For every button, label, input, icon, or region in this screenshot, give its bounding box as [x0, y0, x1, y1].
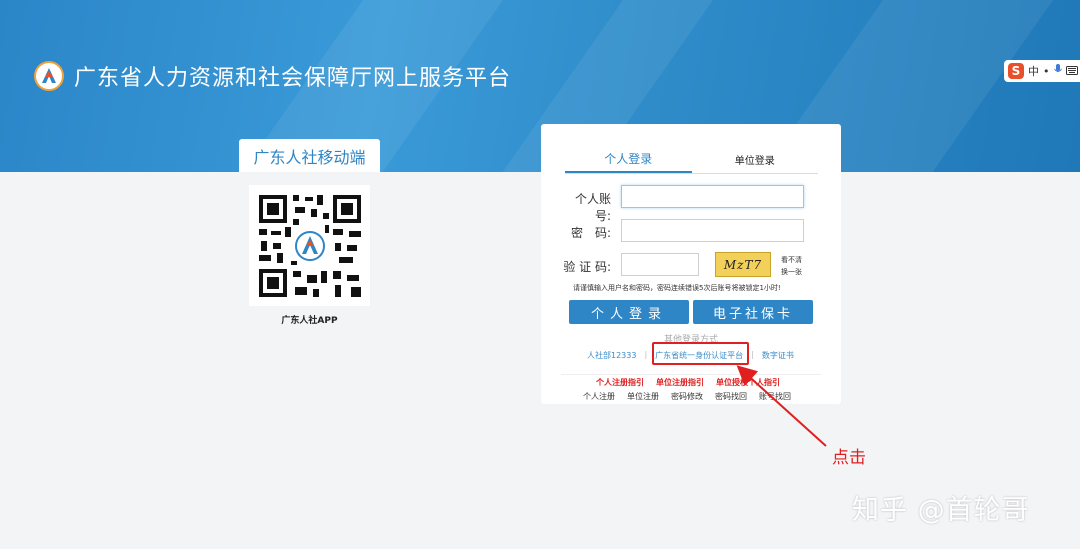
- zhihu-watermark: 知乎 @首轮哥: [852, 495, 1030, 526]
- annotation-click-label: 点击: [832, 448, 866, 468]
- annotation-arrow: [736, 365, 827, 447]
